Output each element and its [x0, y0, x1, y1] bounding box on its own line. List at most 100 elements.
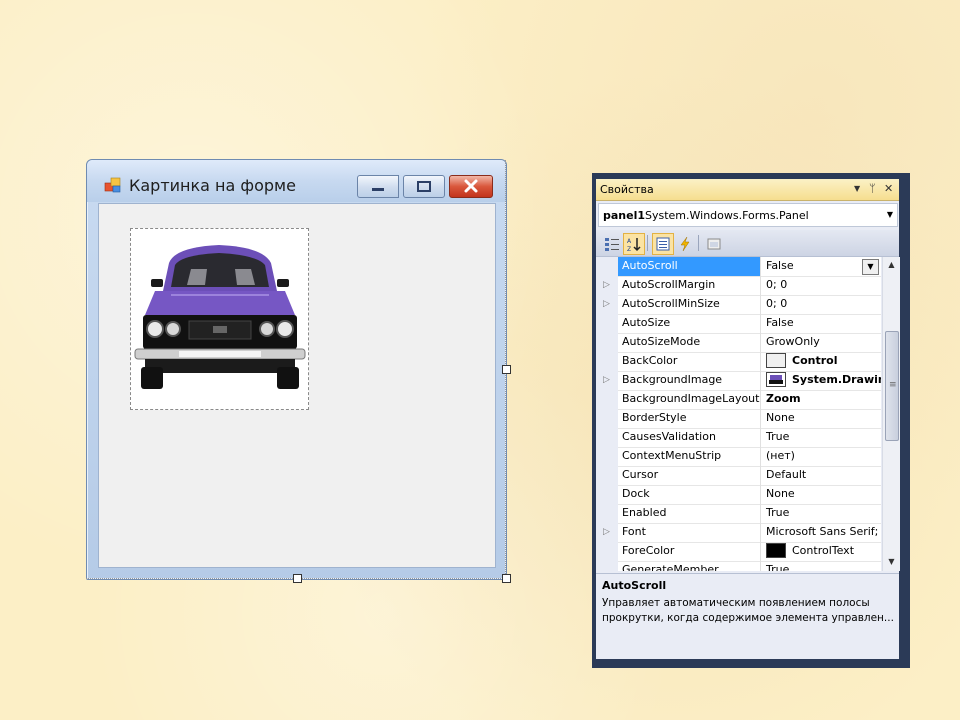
row-gutter: ▷: [596, 523, 618, 542]
row-gutter: [596, 390, 618, 409]
chevron-down-icon[interactable]: ▼: [862, 259, 879, 275]
properties-icon[interactable]: [652, 233, 674, 255]
property-value[interactable]: GrowOnly: [762, 333, 881, 352]
property-row-backgroundimagelayout[interactable]: BackgroundImageLayout Zoom: [596, 390, 881, 410]
property-value[interactable]: None: [762, 409, 881, 428]
property-value[interactable]: Control: [762, 352, 881, 371]
properties-title-bar[interactable]: Свойства ▼ ᛘ ✕: [596, 179, 899, 201]
maximize-button[interactable]: [403, 175, 445, 198]
row-gutter: [596, 333, 618, 352]
property-row-enabled[interactable]: Enabled True: [596, 504, 881, 524]
row-gutter: [596, 504, 618, 523]
row-gutter: [596, 466, 618, 485]
alphabetical-icon[interactable]: A Z: [623, 233, 645, 255]
property-value[interactable]: Microsoft Sans Serif; 8: [762, 523, 881, 542]
property-name: BackgroundImageLayout: [618, 390, 761, 409]
properties-window: Свойства ▼ ᛘ ✕ panel1 System.Windows.For…: [592, 173, 910, 668]
property-value[interactable]: 0; 0: [762, 276, 881, 295]
property-name: AutoSizeMode: [618, 333, 761, 352]
properties-title: Свойства: [600, 183, 654, 196]
window-position-dropdown-icon[interactable]: ▼: [854, 183, 860, 195]
expand-icon[interactable]: ▷: [603, 375, 610, 385]
expand-icon[interactable]: ▷: [603, 280, 610, 290]
row-gutter: [596, 447, 618, 466]
property-name: AutoScrollMinSize: [618, 295, 761, 314]
close-button[interactable]: [449, 175, 493, 198]
color-swatch: [766, 542, 786, 558]
property-value[interactable]: System.Drawing: [762, 371, 881, 390]
property-row-borderstyle[interactable]: BorderStyle None: [596, 409, 881, 429]
resize-handle-right[interactable]: [502, 365, 511, 374]
property-row-generatemember[interactable]: GenerateMember True: [596, 561, 881, 571]
property-row-forecolor[interactable]: ForeColor ControlText: [596, 542, 881, 562]
row-gutter: ▷: [596, 371, 618, 390]
chevron-down-icon: ▼: [886, 210, 893, 219]
scrollbar-thumb[interactable]: ≡: [885, 331, 899, 441]
expand-icon[interactable]: ▷: [603, 527, 610, 537]
scroll-down-icon[interactable]: ▼: [883, 557, 900, 566]
property-value[interactable]: 0; 0: [762, 295, 881, 314]
property-row-autoscrollminsize[interactable]: ▷ AutoScrollMinSize 0; 0: [596, 295, 881, 315]
property-row-cursor[interactable]: Cursor Default: [596, 466, 881, 486]
scroll-up-icon[interactable]: ▲: [883, 260, 900, 269]
property-value[interactable]: Default: [762, 466, 881, 485]
property-value[interactable]: (нет): [762, 447, 881, 466]
row-gutter: [596, 257, 618, 276]
row-gutter: ▷: [596, 295, 618, 314]
close-panel-icon[interactable]: ✕: [884, 183, 893, 195]
property-row-causesvalidation[interactable]: CausesValidation True: [596, 428, 881, 448]
property-row-backgroundimage[interactable]: ▷ BackgroundImage System.Drawing: [596, 371, 881, 391]
property-value[interactable]: False: [762, 314, 881, 333]
property-row-contextmenustrip[interactable]: ContextMenuStrip (нет): [596, 447, 881, 467]
events-icon[interactable]: [674, 233, 696, 255]
color-swatch: [766, 352, 786, 368]
property-name: Cursor: [618, 466, 761, 485]
row-gutter: [596, 409, 618, 428]
car-image: [134, 245, 306, 389]
row-gutter: [596, 352, 618, 371]
pin-icon[interactable]: ᛘ: [869, 183, 876, 195]
properties-inner: Свойства ▼ ᛘ ✕ panel1 System.Windows.For…: [596, 179, 900, 659]
property-row-autoscroll[interactable]: AutoScroll False ▼: [596, 257, 881, 277]
property-value[interactable]: None: [762, 485, 881, 504]
properties-toolbar: A Z: [596, 230, 899, 257]
row-gutter: [596, 561, 618, 571]
property-name: BackColor: [618, 352, 761, 371]
property-value[interactable]: True: [762, 561, 881, 571]
property-row-autoscrollmargin[interactable]: ▷ AutoScrollMargin 0; 0: [596, 276, 881, 296]
property-value-text: False: [766, 259, 794, 272]
toolbar-separator: [647, 235, 648, 251]
minimize-icon: [372, 188, 384, 191]
form-client-area[interactable]: [98, 203, 496, 568]
picture-box[interactable]: [130, 228, 309, 410]
property-value[interactable]: True: [762, 428, 881, 447]
minimize-button[interactable]: [357, 175, 399, 198]
property-value[interactable]: True: [762, 504, 881, 523]
property-value[interactable]: False ▼: [762, 257, 881, 276]
property-pages-icon[interactable]: [703, 233, 725, 255]
form-title-bar[interactable]: Картинка на форме: [87, 160, 506, 202]
property-row-backcolor[interactable]: BackColor Control: [596, 352, 881, 372]
form-designer-window[interactable]: Картинка на форме: [86, 159, 507, 580]
property-row-autosize[interactable]: AutoSize False: [596, 314, 881, 334]
property-row-dock[interactable]: Dock None: [596, 485, 881, 505]
property-value-text: ControlText: [792, 544, 855, 557]
property-name: Enabled: [618, 504, 761, 523]
grip-icon: ≡: [889, 380, 897, 390]
row-gutter: [596, 542, 618, 561]
svg-text:Z: Z: [627, 246, 631, 252]
property-name: CausesValidation: [618, 428, 761, 447]
resize-handle-corner[interactable]: [502, 574, 511, 583]
property-value[interactable]: ControlText: [762, 542, 881, 561]
property-value[interactable]: Zoom: [762, 390, 881, 409]
property-row-autosizemode[interactable]: AutoSizeMode GrowOnly: [596, 333, 881, 353]
property-name: Font: [618, 523, 761, 542]
property-grid-scrollbar[interactable]: ▲ ≡ ▼: [882, 257, 900, 571]
object-selector-dropdown[interactable]: panel1 System.Windows.Forms.Panel ▼: [598, 203, 898, 227]
object-type: System.Windows.Forms.Panel: [645, 209, 809, 222]
categorized-icon[interactable]: [601, 233, 623, 255]
expand-icon[interactable]: ▷: [603, 299, 610, 309]
form-title: Картинка на форме: [129, 176, 296, 195]
resize-handle-bottom[interactable]: [293, 574, 302, 583]
property-row-font[interactable]: ▷ Font Microsoft Sans Serif; 8: [596, 523, 881, 543]
